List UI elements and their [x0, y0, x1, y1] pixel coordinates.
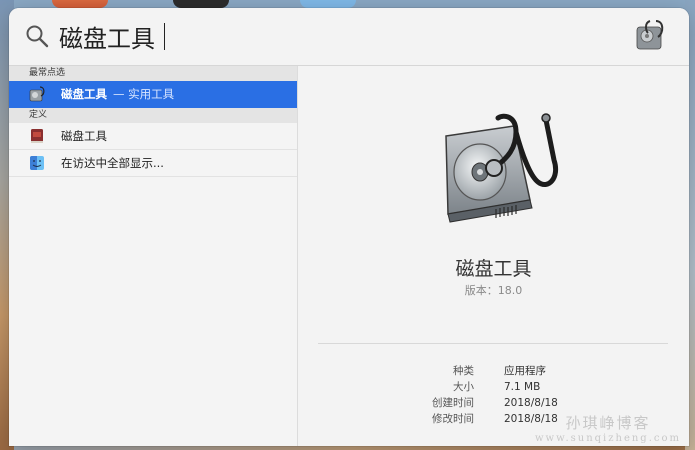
metadata-row-created: 创建时间 2018/8/18 [298, 395, 689, 411]
metadata-row-kind: 种类 应用程序 [298, 363, 689, 379]
disk-utility-icon [29, 86, 45, 102]
result-show-all-in-finder[interactable]: 在访达中全部显示... [9, 150, 297, 177]
results-list: 最常点选 磁盘工具 — 实用工具 定义 磁盘工具 在访达中全部显示... [9, 66, 298, 446]
metadata-key: 种类 [453, 365, 474, 377]
divider [318, 343, 668, 344]
metadata-value: 2018/8/18 [504, 397, 558, 409]
preview-app-version: 版本：18.0 [464, 284, 523, 297]
metadata-key: 修改时间 [432, 413, 474, 425]
watermark-title: 孙琪峥博客 [565, 414, 651, 432]
background-app-icon [300, 0, 356, 8]
result-label: 磁盘工具 [61, 87, 107, 101]
spotlight-window: 最常点选 磁盘工具 — 实用工具 定义 磁盘工具 [9, 8, 689, 446]
disk-utility-icon [445, 113, 558, 223]
result-label: 在访达中全部显示... [61, 156, 164, 170]
section-header-definition: 定义 [9, 108, 297, 123]
watermark-url: www.sunqizheng.com [534, 433, 681, 444]
metadata-key: 创建时间 [432, 397, 474, 409]
section-header-top-hit: 最常点选 [9, 66, 297, 81]
watermark: 孙琪峥博客 www.sunqizheng.com [535, 412, 681, 444]
search-bar [9, 8, 689, 66]
preview-pane: 磁盘工具 版本：18.0 种类 应用程序 大小 7.1 MB 创建时间 2018… [298, 66, 689, 446]
result-subtitle: — 实用工具 [113, 87, 175, 101]
disk-utility-icon [636, 20, 664, 50]
search-input[interactable] [59, 16, 619, 56]
finder-icon [30, 156, 44, 170]
metadata-value: 7.1 MB [504, 381, 541, 393]
text-caret [164, 23, 165, 50]
preview-app-name: 磁盘工具 [455, 258, 532, 280]
dictionary-icon [31, 129, 43, 143]
metadata-key: 大小 [453, 381, 474, 393]
background-app-icon [173, 0, 229, 8]
search-icon [26, 25, 49, 48]
metadata-value: 应用程序 [504, 365, 546, 377]
result-disk-utility-app[interactable]: 磁盘工具 — 实用工具 [9, 81, 297, 108]
result-dictionary-definition[interactable]: 磁盘工具 [9, 123, 297, 150]
result-label: 磁盘工具 [61, 129, 107, 143]
metadata-row-size: 大小 7.1 MB [298, 379, 689, 395]
background-app-icon [52, 0, 108, 8]
